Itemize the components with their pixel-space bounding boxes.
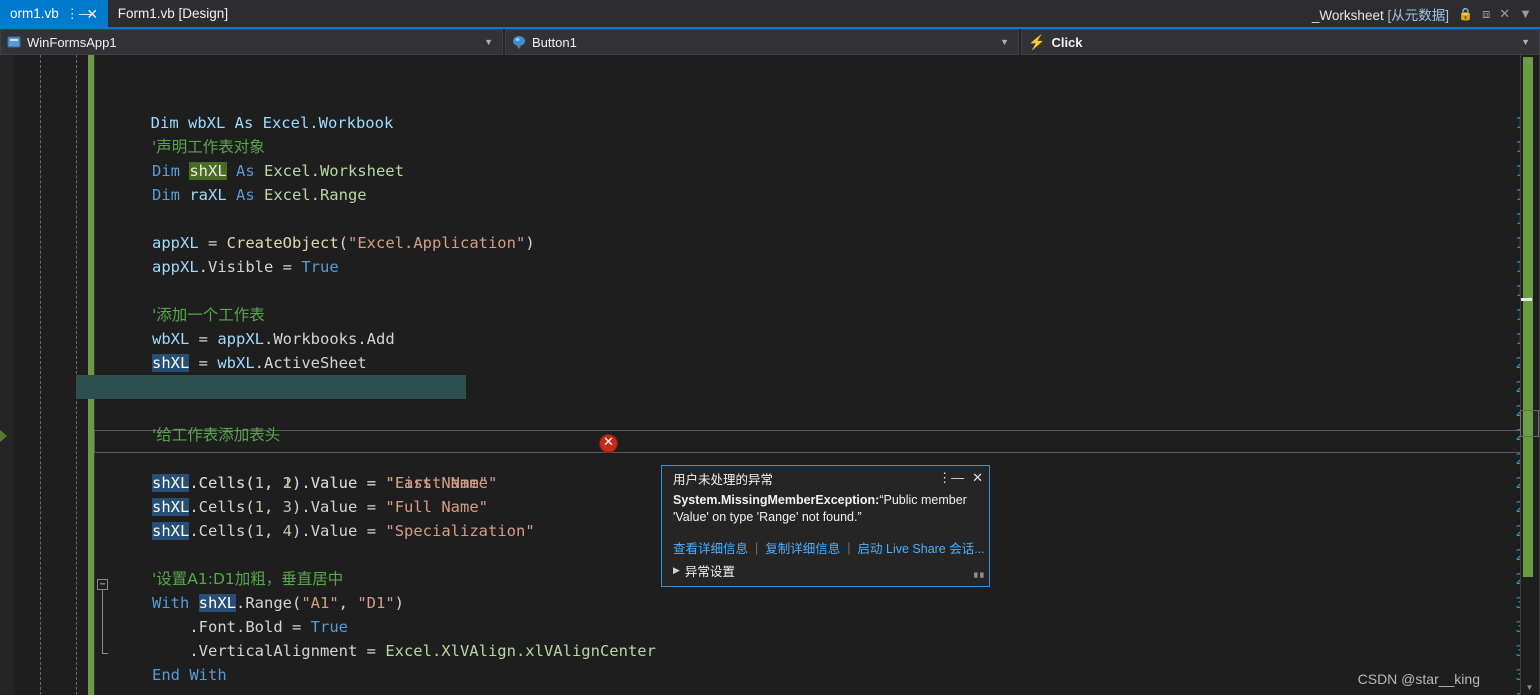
code-line[interactable]: 11 Dim shXL As Excel.Worksheet <box>0 87 1540 180</box>
code-editor[interactable]: − ✕ 9 Dim wbXL As Excel.Workbook 10 '声明工… <box>0 55 1540 695</box>
editor-vertical-scrollbar[interactable]: ▲ ▼ <box>1520 55 1540 695</box>
code-line[interactable]: 34 '创建一个数组作为表格中的值去填充 <box>0 639 1540 695</box>
exception-popup-header: 用户未处理的异常 ⋮— ✕ <box>662 466 989 490</box>
code-line[interactable]: 36 students(0, 0) = "Joe" <box>0 687 1540 695</box>
close-icon[interactable]: ✕ <box>86 7 99 21</box>
tab-form1-vb-design[interactable]: Form1.vb [Design] <box>107 0 238 27</box>
exception-settings-label: 异常设置 <box>684 565 735 579</box>
current-statement-arrow-icon <box>0 430 7 442</box>
chevron-right-icon[interactable]: ▶ <box>673 565 680 576</box>
code-line[interactable]: 24 shXL.Cells(1, 2).Value = "Last Name" <box>0 399 1540 492</box>
exception-type: System.MissingMemberException: <box>673 493 880 507</box>
code-navigation-bar: WinFormsApp1 ▼ Button1 ▼ ⚡ Click ▼ <box>0 27 1540 55</box>
code-line[interactable]: 22 '给工作表添加表头 <box>0 351 1540 444</box>
code-line[interactable]: 17 '添加一个工作表 <box>0 231 1540 324</box>
navbar-member-dropdown[interactable]: Button1 ▼ <box>505 29 1019 55</box>
code-line[interactable]: 35 Dim students(5, 2) As String <box>0 663 1540 687</box>
watermark-text: CSDN @star__king <box>1357 671 1480 687</box>
code-line[interactable]: 32 End With <box>0 591 1540 684</box>
code-line[interactable]: 9 Dim wbXL As Excel.Workbook <box>0 55 1540 132</box>
navbar-event-dropdown[interactable]: ⚡ Click ▼ <box>1021 29 1540 55</box>
code-line-current[interactable]: 23 shXL.Cells(1, 1).Value = "First Name" <box>0 375 1540 492</box>
code-line[interactable]: 20 <box>0 303 1540 372</box>
control-icon <box>512 35 526 49</box>
scroll-up-arrow-icon[interactable]: ▲ <box>1520 55 1539 69</box>
code-line[interactable]: 33 <box>0 615 1540 684</box>
project-icon <box>7 35 21 49</box>
chevron-down-icon[interactable]: ▼ <box>1519 6 1532 21</box>
chevron-down-icon[interactable]: ▼ <box>1521 37 1530 47</box>
exception-popup-links: 查看详细信息 | 复制详细信息 | 启动 Live Share 会话... <box>662 526 989 557</box>
start-live-share-link[interactable]: 启动 Live Share 会话... <box>858 538 985 557</box>
document-window-controls: _Worksheet [从元数据] 🔒 ⧈ ✕ ▼ <box>1312 0 1540 27</box>
exception-popup-body: System.MissingMemberException:“Public me… <box>662 490 989 526</box>
close-icon[interactable]: ✕ <box>1499 6 1510 22</box>
pin-icon[interactable]: ⋮— <box>66 7 92 20</box>
code-line[interactable]: 10 '声明工作表对象 <box>0 63 1540 156</box>
document-tab-bar: orm1.vb ⋮— ✕ Form1.vb [Design] _Workshee… <box>0 0 1540 27</box>
code-line[interactable]: 21 <box>0 327 1540 396</box>
link-separator: | <box>755 540 759 555</box>
pin-icon[interactable]: ⋮— <box>938 470 964 486</box>
tab-bar-spacer <box>237 0 1312 27</box>
tab-form1-vb-code[interactable]: orm1.vb ⋮— ✕ <box>0 0 108 27</box>
current-line-highlight <box>76 375 466 399</box>
code-line[interactable]: 13 <box>0 135 1540 204</box>
exception-helper-popup[interactable]: 用户未处理的异常 ⋮— ✕ System.MissingMemberExcept… <box>661 465 990 587</box>
navbar-member-label: Button1 <box>532 34 577 50</box>
scroll-down-arrow-icon[interactable]: ▼ <box>1520 681 1539 695</box>
active-document-title-meta: [从元数据] <box>1387 7 1449 23</box>
code-line[interactable]: 15 appXL.Visible = True <box>0 183 1540 276</box>
code-line[interactable]: 18 wbXL = appXL.Workbooks.Add <box>0 255 1540 348</box>
scrollbar-thumb[interactable] <box>1520 410 1539 437</box>
exception-settings-expander[interactable]: ▶ 异常设置 <box>662 557 989 580</box>
code-line[interactable]: 25 shXL.Cells(1, 3).Value = "Full Name" <box>0 423 1540 516</box>
restore-window-icon[interactable]: ⧈ <box>1482 6 1490 22</box>
tab-label: orm1.vb <box>10 6 59 21</box>
copy-details-link[interactable]: 复制详细信息 <box>765 538 840 557</box>
scrollbar-change-marks <box>1523 57 1533 577</box>
link-separator: | <box>847 540 851 555</box>
active-document-title-text: _Worksheet <box>1311 7 1388 23</box>
chevron-down-icon[interactable]: ▼ <box>1000 37 1009 47</box>
resize-grip-icon[interactable]: ▘▘ <box>974 573 987 584</box>
code-line[interactable]: 14 appXL = CreateObject("Excel.Applicati… <box>0 159 1540 252</box>
code-line[interactable]: 19 shXL = wbXL.ActiveSheet <box>0 279 1540 372</box>
active-document-title: _Worksheet [从元数据] <box>1312 4 1449 24</box>
code-line[interactable]: 12 Dim raXL As Excel.Range <box>0 111 1540 204</box>
scrollbar-caret-mark <box>1521 298 1532 301</box>
tab-label: Form1.vb [Design] <box>117 6 229 21</box>
event-lightning-icon: ⚡ <box>1028 34 1046 50</box>
navbar-type-dropdown[interactable]: WinFormsApp1 ▼ <box>0 29 503 55</box>
chevron-down-icon[interactable]: ▼ <box>484 37 493 47</box>
exception-popup-title: 用户未处理的异常 <box>673 472 774 487</box>
navbar-type-label: WinFormsApp1 <box>27 34 117 50</box>
lock-icon: 🔒 <box>1457 6 1473 21</box>
navbar-event-label: Click <box>1051 34 1083 50</box>
code-line[interactable]: 16 <box>0 207 1540 276</box>
view-details-link[interactable]: 查看详细信息 <box>673 538 748 557</box>
close-icon[interactable]: ✕ <box>972 470 983 486</box>
